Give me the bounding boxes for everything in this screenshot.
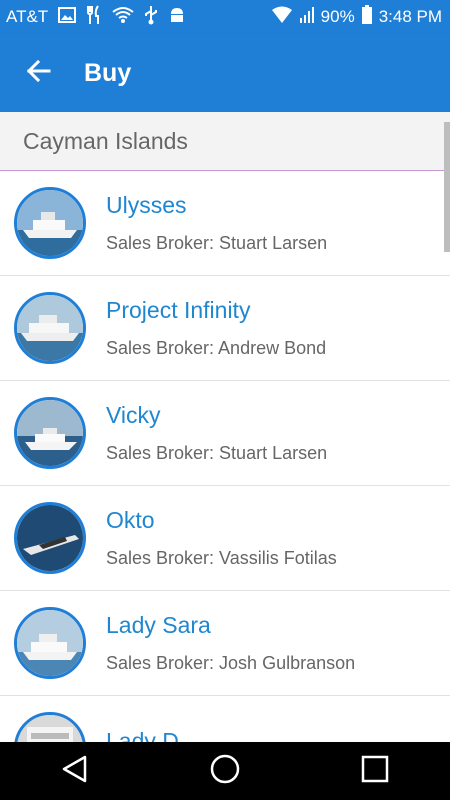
- scrollbar-thumb[interactable]: [444, 122, 450, 252]
- broker-label: Sales Broker: Andrew Bond: [106, 338, 327, 358]
- status-bar: AT&T 90% 3:48 PM: [0, 0, 450, 34]
- list-item[interactable]: Lady Sara Sales Broker: Josh Gulbranson: [0, 591, 450, 696]
- restaurant-icon: [86, 4, 102, 30]
- page-title: Buy: [84, 58, 132, 87]
- image-icon: [58, 6, 77, 28]
- system-nav-bar: [0, 742, 450, 800]
- back-button[interactable]: [0, 34, 76, 112]
- broker-label: Sales Broker: Stuart Larsen: [106, 443, 328, 463]
- yacht-avatar: [14, 607, 86, 679]
- yacht-avatar: [14, 712, 86, 742]
- yacht-avatar: [14, 502, 86, 574]
- back-triangle-icon: [60, 754, 90, 789]
- list-item[interactable]: Ulysses Sales Broker: Stuart Larsen: [0, 171, 450, 276]
- recents-square-icon: [360, 754, 390, 789]
- yacht-avatar: [14, 292, 86, 364]
- yacht-name: Lady Sara: [106, 612, 211, 638]
- yacht-list[interactable]: Cayman Islands Ulysses Sales Broker: Stu…: [0, 112, 450, 742]
- clock: 3:48 PM: [378, 7, 442, 26]
- arrow-back-icon: [25, 59, 51, 88]
- section-header: Cayman Islands: [0, 112, 450, 171]
- nav-home-button[interactable]: [195, 742, 255, 800]
- nav-recents-button[interactable]: [345, 742, 405, 800]
- carrier-label: AT&T: [6, 7, 49, 26]
- yacht-avatar: [14, 187, 86, 259]
- broker-label: Sales Broker: Vassilis Fotilas: [106, 548, 337, 568]
- yacht-name: Project Infinity: [106, 297, 251, 323]
- usb-icon: [144, 5, 158, 30]
- home-circle-icon: [209, 753, 241, 790]
- battery-icon: [361, 4, 373, 30]
- yacht-name: Ulysses: [106, 192, 187, 218]
- broker-label: Sales Broker: Stuart Larsen: [106, 233, 328, 253]
- app-bar: Buy: [0, 34, 450, 112]
- yacht-name: Okto: [106, 507, 155, 533]
- yacht-name: Vicky: [106, 402, 161, 428]
- wifi-icon: [112, 6, 134, 29]
- yacht-avatar: [14, 397, 86, 469]
- list-item[interactable]: Project Infinity Sales Broker: Andrew Bo…: [0, 276, 450, 381]
- wifi-signal-icon: [271, 6, 293, 29]
- list-item[interactable]: Lady D: [0, 696, 450, 742]
- android-icon: [168, 6, 186, 29]
- cell-signal-icon: [299, 6, 315, 29]
- list-item[interactable]: Vicky Sales Broker: Stuart Larsen: [0, 381, 450, 486]
- yacht-name: Lady D: [106, 727, 179, 743]
- battery-percent: 90%: [320, 7, 355, 26]
- list-item[interactable]: Okto Sales Broker: Vassilis Fotilas: [0, 486, 450, 591]
- broker-label: Sales Broker: Josh Gulbranson: [106, 653, 356, 673]
- nav-back-button[interactable]: [45, 742, 105, 800]
